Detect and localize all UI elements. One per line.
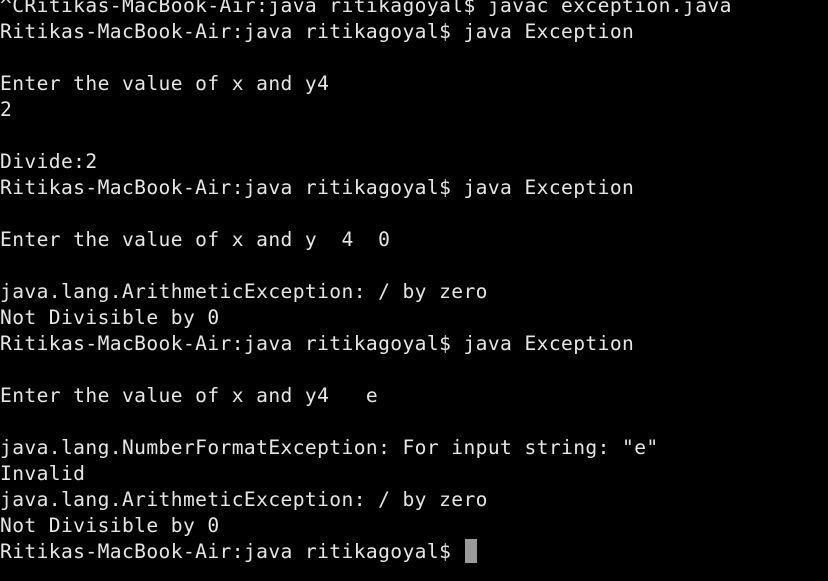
terminal-line: Invalid <box>0 462 86 485</box>
current-prompt-line[interactable]: Ritikas-MacBook-Air:java ritikagoyal$ <box>0 539 828 565</box>
terminal-line: java.lang.ArithmeticException: / by zero <box>0 488 488 511</box>
terminal-line: Enter the value of x and y 4 0 <box>0 228 391 251</box>
shell-prompt: Ritikas-MacBook-Air:java ritikagoyal$ <box>0 540 464 563</box>
terminal-line: Not Divisible by 0 <box>0 306 220 329</box>
text-cursor <box>465 539 478 563</box>
terminal-line: 2 <box>0 98 13 121</box>
terminal-line: ^CRitikas-MacBook-Air:java ritikagoyal$ … <box>0 0 732 17</box>
terminal-line: java.lang.NumberFormatException: For inp… <box>0 436 659 459</box>
terminal-line: Ritikas-MacBook-Air:java ritikagoyal$ ja… <box>0 176 635 199</box>
terminal-line: Enter the value of x and y4 <box>0 72 330 95</box>
terminal-line: Ritikas-MacBook-Air:java ritikagoyal$ ja… <box>0 20 635 43</box>
terminal-line: Ritikas-MacBook-Air:java ritikagoyal$ ja… <box>0 332 635 355</box>
terminal-line: Not Divisible by 0 <box>0 514 220 537</box>
terminal-line: java.lang.ArithmeticException: / by zero <box>0 280 488 303</box>
terminal-line: Divide:2 <box>0 150 98 173</box>
terminal-line: Enter the value of x and y4 e <box>0 384 379 407</box>
terminal-window[interactable]: ^CRitikas-MacBook-Air:java ritikagoyal$ … <box>0 0 828 581</box>
